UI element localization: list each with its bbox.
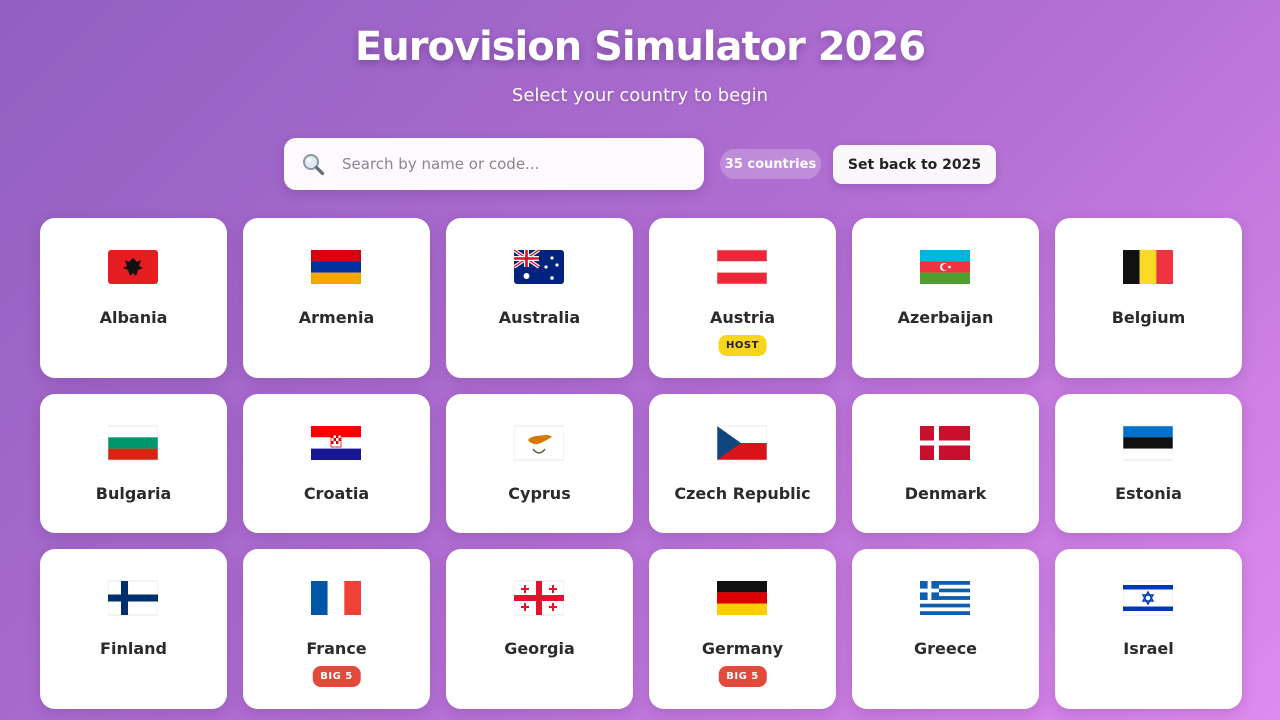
country-card-belgium[interactable]: Belgium: [1055, 218, 1242, 378]
georgia-flag-icon: [514, 580, 564, 616]
big-5-badge: BIG 5: [312, 666, 361, 687]
country-card-israel[interactable]: Israel: [1055, 549, 1242, 709]
country-name: Albania: [99, 308, 168, 327]
search-box[interactable]: [284, 138, 704, 190]
page-title: Eurovision Simulator 2026: [354, 24, 926, 70]
cyprus-flag-icon: [514, 425, 564, 461]
country-name: Cyprus: [508, 484, 571, 503]
albania-flag-icon: [108, 250, 158, 284]
france-flag-icon: [311, 581, 361, 615]
azerbaijan-flag-icon: [920, 250, 970, 284]
country-name: Azerbaijan: [897, 308, 994, 327]
greece-flag-icon: [920, 581, 970, 615]
country-card-czech-republic[interactable]: Czech Republic: [649, 394, 836, 533]
country-name: Austria: [709, 308, 776, 327]
country-card-denmark[interactable]: Denmark: [852, 394, 1039, 533]
country-name: France: [306, 639, 367, 658]
set-back-to-2025-button[interactable]: Set back to 2025: [833, 145, 996, 184]
country-name: Australia: [498, 308, 581, 327]
country-name: Belgium: [1111, 308, 1186, 327]
country-card-armenia[interactable]: Armenia: [243, 218, 430, 378]
bulgaria-flag-icon: [108, 425, 158, 461]
israel-flag-icon: [1123, 580, 1173, 616]
big-5-badge: BIG 5: [718, 666, 767, 687]
country-name: Finland: [100, 639, 167, 658]
country-card-germany[interactable]: Germany BIG 5: [649, 549, 836, 709]
austria-flag-icon: [717, 249, 767, 285]
croatia-flag-icon: [311, 426, 361, 460]
country-name: Czech Republic: [674, 484, 811, 503]
country-name: Armenia: [298, 308, 375, 327]
country-card-austria[interactable]: Austria HOST: [649, 218, 836, 378]
australia-flag-icon: [514, 248, 564, 284]
country-name: Greece: [913, 639, 978, 658]
belgium-flag-icon: [1123, 250, 1173, 284]
page-subtitle: Select your country to begin: [511, 85, 769, 106]
country-card-croatia[interactable]: Croatia: [243, 394, 430, 533]
country-card-azerbaijan[interactable]: Azerbaijan: [852, 218, 1039, 378]
country-grid: Albania Armenia Australia Austria HOST A…: [40, 218, 1242, 709]
country-card-bulgaria[interactable]: Bulgaria: [40, 394, 227, 533]
search-input[interactable]: [342, 150, 682, 178]
country-card-australia[interactable]: Australia: [446, 218, 633, 378]
country-name: Germany: [701, 639, 784, 658]
country-name: Estonia: [1115, 484, 1182, 503]
country-name: Croatia: [303, 484, 370, 503]
search-icon: [303, 154, 325, 176]
country-card-france[interactable]: France BIG 5: [243, 549, 430, 709]
estonia-flag-icon: [1123, 425, 1173, 461]
country-card-cyprus[interactable]: Cyprus: [446, 394, 633, 533]
finland-flag-icon: [108, 580, 158, 616]
country-count-badge: 35 countries: [720, 149, 821, 179]
germany-flag-icon: [717, 581, 767, 615]
country-card-finland[interactable]: Finland: [40, 549, 227, 709]
country-card-estonia[interactable]: Estonia: [1055, 394, 1242, 533]
country-name: Israel: [1123, 639, 1174, 658]
armenia-flag-icon: [311, 250, 361, 284]
country-name: Denmark: [904, 484, 987, 503]
country-card-georgia[interactable]: Georgia: [446, 549, 633, 709]
host-badge: HOST: [718, 335, 767, 356]
country-card-albania[interactable]: Albania: [40, 218, 227, 378]
denmark-flag-icon: [920, 426, 970, 460]
czech-republic-flag-icon: [717, 425, 767, 461]
country-name: Bulgaria: [95, 484, 172, 503]
country-name: Georgia: [504, 639, 575, 658]
country-card-greece[interactable]: Greece: [852, 549, 1039, 709]
